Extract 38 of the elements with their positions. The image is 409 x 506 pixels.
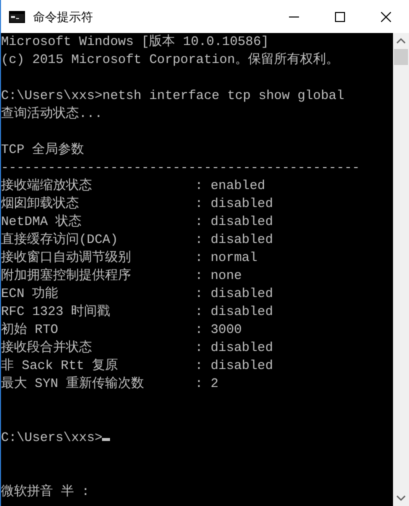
parameter-name: ECN 功能 [1,285,60,303]
input-method-status: 微软拼音 半 : [1,484,90,499]
parameter-name: RFC 1323 时间戳 [1,303,112,321]
console-line: 查询活动状态... [1,106,102,121]
parameter-value: : disabled [195,232,274,247]
maximize-icon [335,12,345,22]
command-prompt: C:\Users\xxs>netsh interface tcp show global [1,88,344,103]
parameter-value: : enabled [195,178,266,193]
close-icon [381,12,391,22]
scrollbar-thumb[interactable] [394,49,408,65]
parameter-name: NetDMA 状态 [1,213,83,231]
parameter-name: 接收端缩放状态 [1,177,93,195]
parameter-value: : disabled [195,304,274,319]
parameter-value: : disabled [195,286,274,301]
window-title: 命令提示符 [33,8,94,26]
parameter-value: : 2 [195,376,218,391]
parameter-name: 接收窗口自动调节级别 [1,249,132,267]
parameter-value: : disabled [195,358,274,373]
parameter-value: : none [195,268,242,283]
parameter-value: : disabled [195,214,274,229]
parameter-name: 烟囱卸载状态 [1,195,80,213]
console-line: ---------------------------------------------- [1,160,360,175]
command-prompt: C:\Users\xxs> [1,430,102,445]
console-line: (c) 2015 Microsoft Corporation。保留所有权利。 [1,52,340,67]
parameter-name: 最大 SYN 重新传输次数 [1,375,146,393]
parameter-value: : disabled [195,340,274,355]
console-line: Microsoft Windows [版本 10.0.10586] [1,34,269,49]
parameter-name: 附加拥塞控制提供程序 [1,267,132,285]
parameter-value: : 3000 [195,322,242,337]
console-line: TCP 全局参数 [1,142,84,157]
parameter-name: 接收段合并状态 [1,339,93,357]
console-app-icon [9,10,25,22]
parameter-value: : disabled [195,196,274,211]
scrollbar[interactable] [393,33,409,506]
parameter-value: : normal [195,250,258,265]
parameter-name: 初始 RTO [1,321,60,339]
parameter-name: 非 Sack Rtt 复原 [1,357,120,375]
parameter-name: 直接缓存访问(DCA) [1,231,120,249]
